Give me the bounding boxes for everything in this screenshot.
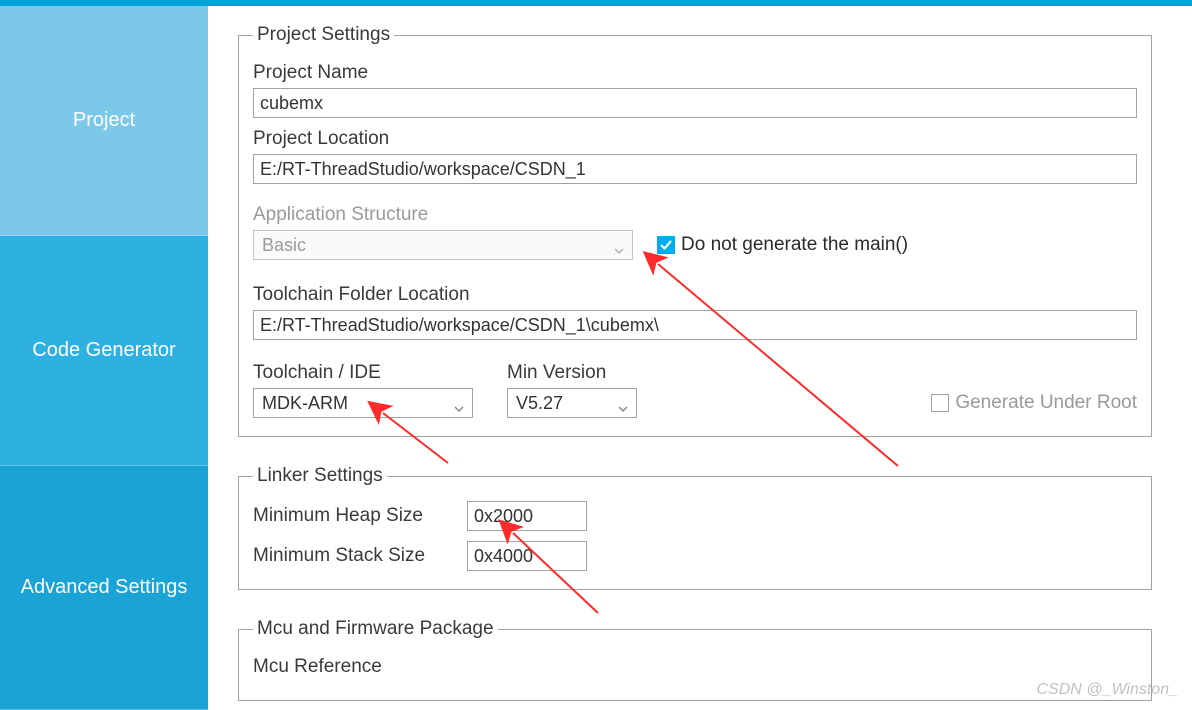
watermark-text: CSDN @_Winston_	[1037, 681, 1178, 699]
toolchain-folder-label: Toolchain Folder Location	[253, 284, 1137, 306]
mcu-firmware-fieldset: Mcu and Firmware Package Mcu Reference	[238, 618, 1152, 701]
toolchain-ide-select[interactable]: MDK-ARM	[253, 388, 473, 418]
generate-under-root-checkbox	[931, 394, 949, 412]
app-structure-label: Application Structure	[253, 204, 633, 226]
generate-under-root-label: Generate Under Root	[955, 392, 1137, 414]
project-location-input[interactable]	[253, 154, 1137, 184]
no-main-label: Do not generate the main()	[681, 234, 908, 256]
mcu-firmware-legend: Mcu and Firmware Package	[253, 618, 498, 640]
min-version-label: Min Version	[507, 362, 637, 384]
main-container: Project Code Generator Advanced Settings…	[0, 6, 1192, 709]
toolchain-folder-input[interactable]	[253, 310, 1137, 340]
sidebar-item-advanced-settings[interactable]: Advanced Settings	[0, 466, 208, 710]
mcu-reference-label: Mcu Reference	[253, 656, 1137, 678]
sidebar-item-code-generator[interactable]: Code Generator	[0, 236, 208, 466]
heap-size-label: Minimum Heap Size	[253, 505, 453, 527]
project-location-label: Project Location	[253, 128, 1137, 150]
sidebar: Project Code Generator Advanced Settings	[0, 6, 208, 709]
chevron-down-icon	[614, 240, 624, 250]
sidebar-item-project[interactable]: Project	[0, 6, 208, 236]
min-version-value: V5.27	[516, 393, 563, 414]
project-settings-legend: Project Settings	[253, 24, 394, 46]
chevron-down-icon	[618, 398, 628, 408]
app-structure-select: Basic	[253, 230, 633, 260]
no-main-checkbox[interactable]	[657, 236, 675, 254]
sidebar-item-label: Code Generator	[32, 339, 175, 362]
toolchain-ide-value: MDK-ARM	[262, 393, 348, 414]
sidebar-item-label: Project	[73, 109, 135, 132]
stack-size-input[interactable]	[467, 541, 587, 571]
app-structure-value: Basic	[262, 235, 306, 256]
sidebar-item-label: Advanced Settings	[21, 576, 188, 599]
linker-settings-legend: Linker Settings	[253, 465, 387, 487]
heap-size-input[interactable]	[467, 501, 587, 531]
project-settings-fieldset: Project Settings Project Name Project Lo…	[238, 24, 1152, 437]
min-version-select[interactable]: V5.27	[507, 388, 637, 418]
linker-settings-fieldset: Linker Settings Minimum Heap Size Minimu…	[238, 465, 1152, 590]
project-name-label: Project Name	[253, 62, 1137, 84]
project-name-input[interactable]	[253, 88, 1137, 118]
chevron-down-icon	[454, 398, 464, 408]
stack-size-label: Minimum Stack Size	[253, 545, 453, 567]
toolchain-ide-label: Toolchain / IDE	[253, 362, 473, 384]
main-panel: Project Settings Project Name Project Lo…	[208, 6, 1192, 709]
